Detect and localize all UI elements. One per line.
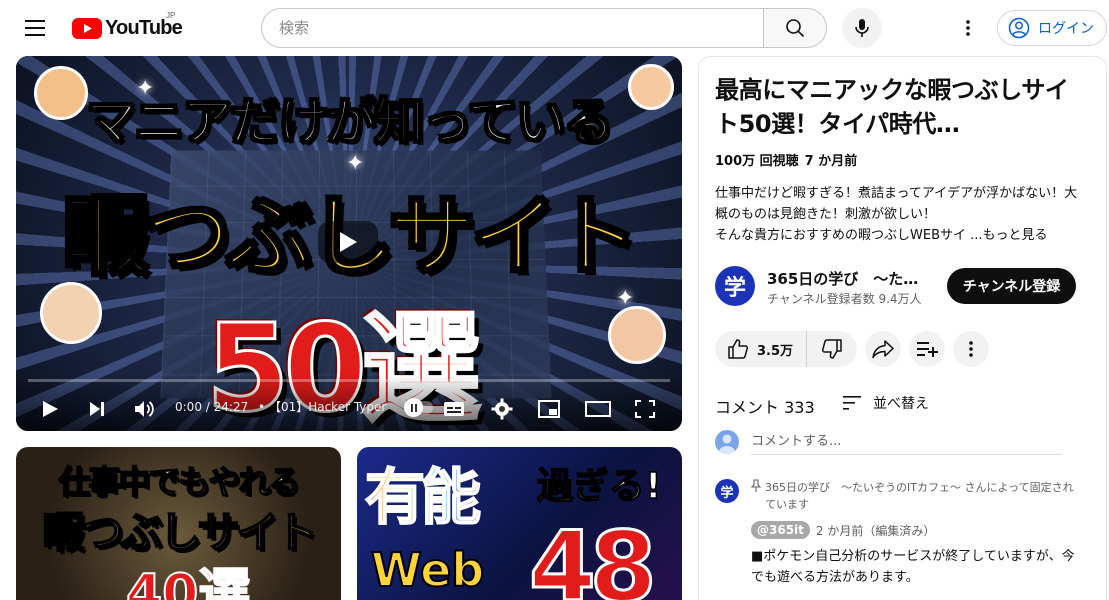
user-avatar xyxy=(715,430,739,454)
related-thumb-line4: 48 xyxy=(528,510,659,600)
pin-icon xyxy=(751,479,761,492)
video-meta: 100万 回視聴 7 か月前 xyxy=(715,150,857,169)
next-button[interactable] xyxy=(87,397,107,421)
logo-region-label: JP xyxy=(166,11,176,20)
comment-text: ■ポケモン自己分析のサービスが終了していますが、今でも遊べる方法があります。 xyxy=(751,549,1075,585)
menu-icon[interactable] xyxy=(16,8,56,48)
mute-button[interactable] xyxy=(133,397,155,421)
subtitles-button[interactable] xyxy=(443,397,465,421)
youtube-play-logo-icon xyxy=(72,17,102,39)
miniplayer-icon xyxy=(538,400,560,418)
video-player[interactable]: ✦ ✦ ✦ ✦ ✦ マニアだけが知っている 暇つぶしサイト 50選 0:00 /… xyxy=(16,56,682,431)
search-input[interactable] xyxy=(262,9,764,47)
more-vertical-icon xyxy=(969,341,973,357)
character-illustration xyxy=(608,306,666,364)
search-icon xyxy=(786,19,805,38)
like-dislike-bar: 3.5万 xyxy=(715,331,857,367)
gear-icon xyxy=(491,398,513,420)
related-thumb-line3: 40選 xyxy=(125,563,251,600)
description-line-2: そんな貴方におすすめの暇つぶしWEBサイ ...もっと見る xyxy=(715,228,1048,243)
share-icon xyxy=(872,340,894,359)
theater-icon xyxy=(585,401,611,417)
sort-label: 並べ替え xyxy=(873,396,929,412)
chapter-title[interactable]: • 【01】Hacker Typer xyxy=(258,400,386,414)
login-label: ログイン xyxy=(1038,21,1094,37)
description-line: 仕事中だけど暇すぎる！煮詰まってアイデアが浮かばない！大概のものは見飽きた！刺激… xyxy=(715,186,1078,222)
view-count: 100万 回視聴 xyxy=(715,154,799,169)
related-video-thumbnail[interactable]: 有能 過ぎる! Web 48 xyxy=(357,447,682,600)
comment-author-row: @365it 2 か月前（編集済み） xyxy=(751,521,935,539)
pinned-notice: 365日の学び 〜たいぞうのITカフェ〜 さんによって固定されています xyxy=(751,479,1081,513)
search-button[interactable] xyxy=(763,8,827,48)
video-description[interactable]: 仕事中だけど暇すぎる！煮詰まってアイデアが浮かばない！大概のものは見飽きた！刺激… xyxy=(715,183,1085,246)
like-button[interactable]: 3.5万 xyxy=(715,331,807,367)
skip-next-icon xyxy=(90,402,104,416)
more-actions-button[interactable] xyxy=(953,331,989,367)
related-video-thumbnail[interactable]: 仕事中でもやれる 暇つぶしサイト 40選 xyxy=(16,447,341,600)
upload-age: 7 か月前 xyxy=(804,154,858,169)
comment-time[interactable]: 2 か月前（編集済み） xyxy=(816,522,935,539)
voice-search-button[interactable] xyxy=(842,8,882,48)
progress-bar[interactable] xyxy=(28,379,670,382)
current-time: 0:00 xyxy=(175,400,202,414)
sort-icon xyxy=(843,396,861,410)
video-title: 最高にマニアックな暇つぶしサイト50選！タイパ時代… xyxy=(715,76,1069,138)
share-button[interactable] xyxy=(865,331,901,367)
channel-name[interactable]: 365日の学び 〜た… xyxy=(767,268,918,289)
play-icon xyxy=(340,232,357,252)
subscribe-button[interactable]: チャンネル登録 xyxy=(947,268,1076,304)
top-bar: YouTube JP ログイン xyxy=(0,0,1109,56)
channel-avatar[interactable]: 学 xyxy=(715,266,755,306)
play-icon xyxy=(43,401,58,417)
settings-button[interactable] xyxy=(491,397,513,421)
comments-header: コメント 333 xyxy=(715,398,815,417)
pinned-by-text: 365日の学び 〜たいぞうのITカフェ〜 さんによって固定されています xyxy=(765,481,1074,511)
duration: 24:27 xyxy=(213,400,249,414)
play-button[interactable] xyxy=(40,397,60,421)
account-icon xyxy=(1008,17,1030,39)
dislike-button[interactable] xyxy=(807,331,857,367)
related-thumb-line3: Web xyxy=(370,542,485,598)
save-to-playlist-button[interactable] xyxy=(909,331,945,367)
time-display: 0:00 / 24:27 • 【01】Hacker Typer xyxy=(175,398,386,415)
thumbs-up-icon xyxy=(728,339,749,359)
time-separator: / xyxy=(201,400,214,414)
subtitles-icon xyxy=(444,402,464,416)
sort-comments-button[interactable]: 並べ替え xyxy=(843,393,929,413)
autoplay-toggle[interactable] xyxy=(404,398,433,417)
autoplay-knob xyxy=(404,398,423,417)
subscriber-count: チャンネル登録者数 9.4万人 xyxy=(767,292,922,306)
fullscreen-icon xyxy=(635,400,655,418)
character-illustration xyxy=(40,282,102,344)
settings-more-button[interactable] xyxy=(948,8,988,48)
pause-icon xyxy=(410,403,417,412)
search-box xyxy=(261,8,764,48)
fullscreen-button[interactable] xyxy=(635,397,655,421)
miniplayer-button[interactable] xyxy=(538,397,560,421)
related-thumb-line2: 過ぎる! xyxy=(536,465,662,508)
thumbs-down-icon xyxy=(821,339,842,359)
volume-icon xyxy=(135,401,154,417)
theater-mode-button[interactable] xyxy=(585,397,611,421)
thumbnail-headline: マニアだけが知っている xyxy=(85,92,615,152)
like-count: 3.5万 xyxy=(757,343,794,359)
playlist-add-icon xyxy=(917,342,938,357)
related-thumb-line1: 仕事中でもやれる xyxy=(58,462,302,502)
show-more-link[interactable]: ...もっと見る xyxy=(966,228,1047,243)
comment-author[interactable]: @365it xyxy=(751,521,810,539)
login-button[interactable]: ログイン xyxy=(997,10,1107,46)
microphone-icon xyxy=(855,19,869,37)
center-play-button[interactable] xyxy=(318,221,378,263)
related-thumb-line1: 有能 xyxy=(364,449,482,536)
add-comment-input[interactable] xyxy=(751,429,1061,455)
more-vertical-icon xyxy=(966,20,970,36)
commenter-avatar[interactable]: 学 xyxy=(715,479,739,503)
video-info-panel: 最高にマニアックな暇つぶしサイト50選！タイパ時代… 100万 回視聴 7 か月前… xyxy=(698,56,1107,600)
